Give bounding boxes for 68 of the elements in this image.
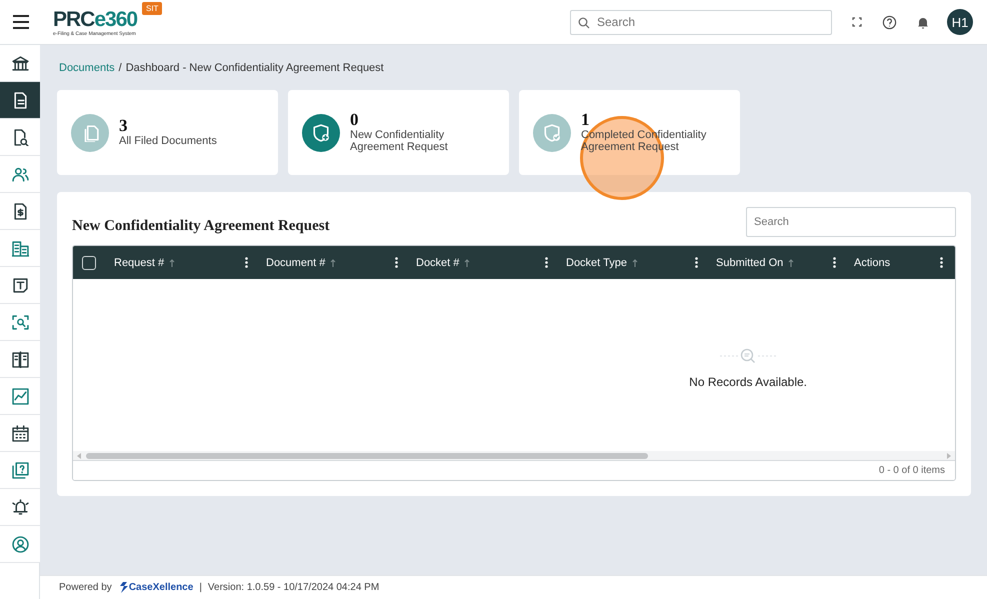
document-icon — [12, 92, 28, 108]
line-chart-icon — [12, 388, 28, 404]
sort-arrow-icon — [330, 258, 336, 266]
users-icon — [12, 166, 28, 182]
card-count: 1 — [581, 112, 590, 128]
sort-arrow-icon — [464, 258, 470, 266]
search-field[interactable]: Search — [570, 10, 832, 34]
powered-by-label: Powered by — [59, 582, 112, 593]
column-header[interactable]: Actions — [854, 256, 890, 268]
sort-arrow-icon — [788, 258, 794, 266]
shield-plus-icon — [312, 124, 330, 142]
sidebar-item[interactable] — [0, 193, 40, 230]
sidebar-item[interactable] — [0, 82, 40, 119]
column-header[interactable]: Submitted On — [716, 256, 794, 268]
sidebar-item[interactable] — [0, 119, 40, 156]
building-icon — [12, 240, 28, 256]
column-header[interactable]: Docket # — [416, 256, 470, 268]
version-text: Version: 1.0.59 - 10/17/2024 04:24 PM — [208, 582, 380, 593]
shield-check-icon — [543, 124, 561, 142]
sidebar-item[interactable] — [0, 45, 40, 82]
column-menu-button[interactable] — [243, 257, 250, 268]
logo-text: PRCe360 — [53, 9, 138, 31]
breadcrumb-separator: / — [118, 62, 122, 74]
card-label: New Confidentiality Agreement Request — [350, 129, 449, 153]
calendar-icon — [12, 424, 28, 442]
pager-info: 0 - 0 of 0 items — [878, 465, 945, 476]
book-icon — [12, 350, 28, 368]
select-all-checkbox[interactable] — [82, 256, 96, 270]
environment-badge: SIT — [142, 2, 162, 15]
column-menu-button[interactable] — [543, 257, 550, 268]
sidebar-item[interactable] — [0, 415, 40, 452]
bank-icon — [12, 54, 28, 72]
question-document-icon — [12, 462, 28, 478]
document-search-icon — [12, 128, 28, 146]
stat-card[interactable]: 3 All Filed Documents — [57, 90, 278, 175]
user-circle-icon — [12, 536, 28, 552]
sidebar-item[interactable] — [0, 267, 40, 304]
column-menu-button[interactable] — [393, 257, 400, 268]
scan-search-icon — [12, 314, 28, 330]
column-menu-button[interactable] — [831, 257, 838, 268]
help-button[interactable] — [882, 14, 897, 30]
sort-arrow-icon — [632, 258, 638, 266]
fullscreen-button[interactable] — [852, 17, 862, 27]
brand-logo: CaseXellence — [120, 582, 194, 593]
sort-arrow-icon — [169, 258, 176, 266]
breadcrumb-link[interactable]: Documents — [59, 62, 115, 74]
card-label: All Filed Documents — [119, 135, 217, 147]
empty-state-message: No Records Available. — [689, 375, 807, 389]
card-count: 3 — [119, 118, 128, 134]
panel-title: New Confidentiality Agreement Request — [72, 218, 330, 235]
table-search-field[interactable]: Search — [746, 207, 956, 237]
column-menu-button[interactable] — [938, 257, 945, 268]
column-menu-button[interactable] — [693, 257, 700, 268]
stat-card[interactable]: 0 New Confidentiality Agreement Request — [288, 90, 509, 175]
invoice-icon — [12, 202, 28, 220]
notification-bell-button[interactable] — [917, 16, 929, 28]
column-header[interactable]: Document # — [266, 256, 336, 268]
alarm-bell-icon — [12, 498, 28, 516]
user-avatar[interactable]: H1 — [947, 9, 973, 35]
sidebar-item[interactable] — [0, 489, 40, 526]
card-count: 0 — [350, 112, 360, 128]
breadcrumb-current: Dashboard - New Confidentiality Agreement Request — [126, 62, 384, 74]
menu-button[interactable] — [13, 15, 29, 29]
column-header[interactable]: Request # — [114, 256, 176, 268]
text-box-icon — [12, 276, 28, 294]
sidebar-item[interactable] — [0, 341, 40, 378]
footer-separator: | — [199, 582, 202, 593]
column-header[interactable]: Docket Type — [566, 256, 638, 268]
